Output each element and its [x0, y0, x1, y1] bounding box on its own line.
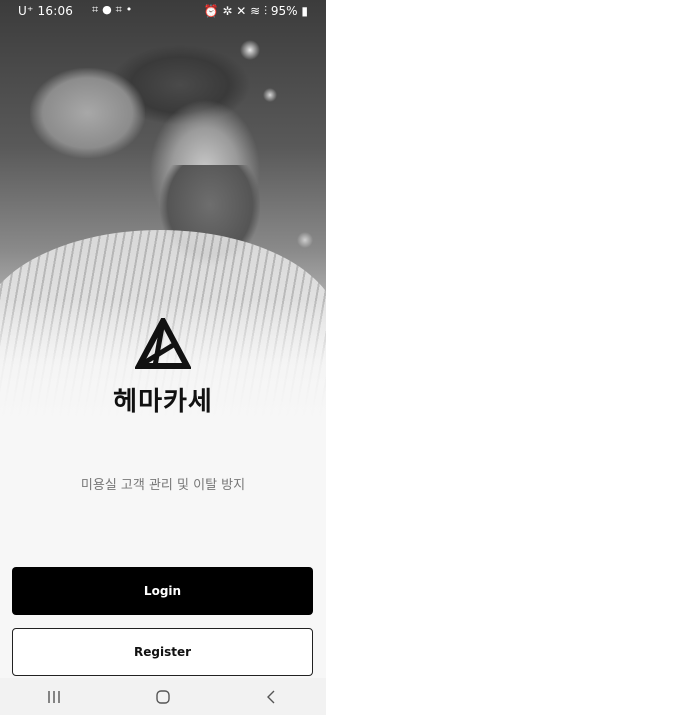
mute-icon: ✕	[236, 4, 247, 18]
app-screen: U⁺ 16:06 ⌗ ● ⌗ • ⏰ ✲ ✕ ≋ ⫶ 95% ▮ 헤마카세 미용…	[0, 0, 326, 715]
dot-icon: •	[125, 3, 133, 16]
home-button[interactable]	[133, 682, 193, 712]
alarm-icon: ⏰	[203, 4, 219, 18]
system-nav-bar	[0, 678, 326, 715]
screenshot-icon: ⌗	[92, 3, 99, 16]
brand-logo	[0, 318, 326, 370]
battery-level: 95%	[270, 4, 298, 18]
system-status: ⏰ ✲ ✕ ≋ ⫶ 95% ▮	[204, 4, 308, 19]
screenshot-icon: ⌗	[115, 3, 123, 16]
register-button[interactable]: Register	[12, 628, 313, 676]
recent-apps-icon	[48, 690, 61, 703]
status-time: U⁺ 16:06	[18, 4, 74, 18]
back-icon	[266, 690, 275, 703]
chat-icon: ●	[102, 3, 112, 16]
signal-icon: ⫶	[264, 4, 268, 18]
brand-name: 헤마카세	[113, 387, 213, 417]
triangle-logo-icon	[135, 318, 191, 369]
tagline: 미용실 고객 관리 및 이탈 방지	[80, 478, 246, 493]
barber-hand	[30, 68, 145, 158]
login-button[interactable]: Login	[12, 567, 313, 615]
bluetooth-icon: ✲	[222, 4, 233, 18]
notification-icons: ⌗ ● ⌗ •	[92, 3, 132, 17]
recent-apps-button[interactable]	[24, 682, 84, 712]
back-button[interactable]	[242, 682, 302, 712]
wifi-icon: ≋	[250, 4, 261, 18]
battery-icon: ▮	[301, 4, 308, 18]
status-bar: U⁺ 16:06 ⌗ ● ⌗ • ⏰ ✲ ✕ ≋ ⫶ 95% ▮	[0, 0, 326, 24]
home-icon	[156, 689, 170, 704]
